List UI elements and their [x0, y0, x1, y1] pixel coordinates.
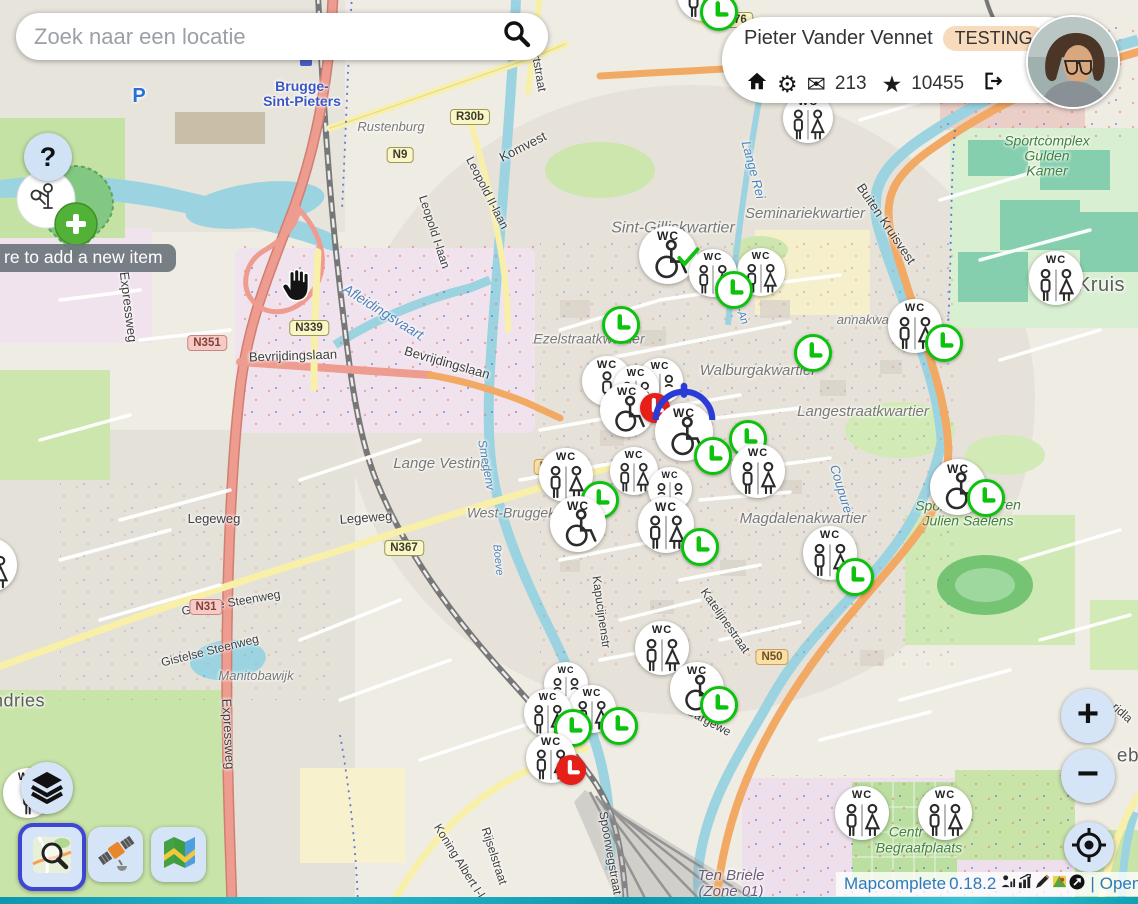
- map-canvas[interactable]: [0, 0, 1138, 904]
- edit-pen-icon[interactable]: [1035, 874, 1050, 894]
- mapcomplete-app: Brugge- Sint-PietersRustenburgSint-Gilli…: [0, 0, 1138, 904]
- messages-envelope-icon[interactable]: ✉: [807, 73, 826, 96]
- folded-map-icon: [158, 831, 200, 878]
- zoom-out-button[interactable]: −: [1061, 749, 1115, 803]
- tooltip-text: re to add a new item: [4, 247, 163, 267]
- bar-chart-icon[interactable]: [1018, 874, 1033, 894]
- home-icon[interactable]: [746, 70, 768, 98]
- search-input[interactable]: [20, 24, 502, 50]
- layers-icon: [27, 766, 67, 811]
- app-version: 0.18.2: [949, 874, 996, 894]
- attribution-separator: |: [1090, 874, 1094, 894]
- search-icon[interactable]: [502, 19, 532, 54]
- app-name[interactable]: Mapcomplete: [844, 874, 946, 894]
- logout-icon[interactable]: [981, 70, 1003, 98]
- basemap-style-map-button[interactable]: [151, 827, 206, 882]
- help-label: ?: [40, 142, 57, 173]
- osm-badge-icon[interactable]: [1069, 874, 1085, 895]
- settings-gear-icon[interactable]: ⚙: [777, 73, 798, 96]
- basemap-style-osm-button[interactable]: [18, 823, 86, 891]
- help-button[interactable]: ?: [24, 133, 72, 181]
- geolocate-button[interactable]: [1064, 822, 1114, 872]
- bottom-accent-strip: [0, 897, 1138, 904]
- search-bar: [16, 13, 548, 60]
- theme-map-icon[interactable]: [1052, 874, 1067, 894]
- basemap-style-satellite-button[interactable]: [88, 827, 143, 882]
- attribution-bar: Mapcomplete 0.18.2 | OpenStreetMap: [836, 872, 1138, 896]
- osm-carto-magnifier-icon: [31, 834, 73, 881]
- user-avatar[interactable]: [1026, 15, 1120, 109]
- plus-icon: +: [1077, 693, 1099, 736]
- changesets-star-icon: ★: [882, 73, 903, 96]
- changesets-count: 10455: [911, 73, 964, 95]
- osm-link[interactable]: OpenStreetMap: [1100, 874, 1138, 894]
- minus-icon: −: [1077, 753, 1099, 796]
- layers-button[interactable]: [21, 762, 73, 814]
- user-toolbar: ⚙ ✉ 213 ★ 10455: [746, 70, 1003, 98]
- zoom-in-button[interactable]: +: [1061, 689, 1115, 743]
- contributor-stats-icon[interactable]: [1001, 874, 1016, 894]
- user-identity: Pieter Vander Vennet TESTING: [744, 26, 1045, 51]
- add-item-tooltip: re to add a new item: [0, 244, 176, 272]
- hand-cursor-icon: [279, 266, 315, 309]
- satellite-icon: [95, 831, 137, 878]
- messages-count: 213: [835, 73, 867, 95]
- crosshair-icon: [1070, 826, 1108, 869]
- user-name: Pieter Vander Vennet: [744, 27, 933, 50]
